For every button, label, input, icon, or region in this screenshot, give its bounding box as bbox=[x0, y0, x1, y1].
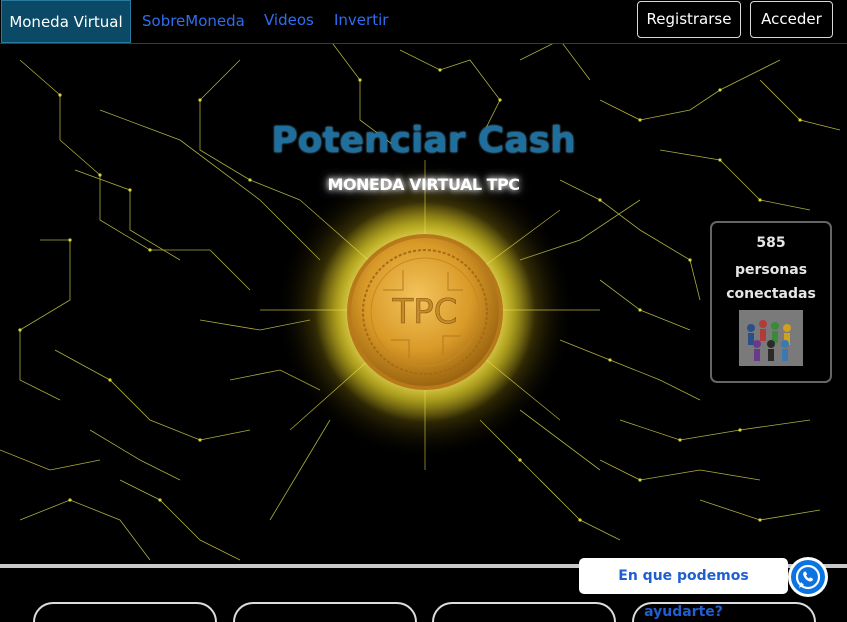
connected-label: personas conectadas bbox=[726, 262, 816, 302]
nav-link-videos[interactable]: Videos bbox=[264, 11, 314, 29]
nav-link-sobremoneda[interactable]: SobreMoneda bbox=[142, 12, 245, 30]
coin-text: TPC bbox=[391, 292, 457, 332]
whatsapp-button[interactable] bbox=[788, 557, 828, 597]
brand-link[interactable]: Moneda Virtual bbox=[1, 0, 131, 43]
connected-users-panel: 585 personas conectadas bbox=[710, 221, 832, 383]
register-button[interactable]: Registrarse bbox=[637, 1, 741, 38]
connected-count: 585 bbox=[756, 235, 786, 251]
hero-subtitle: MONEDA VIRTUAL TPC bbox=[327, 175, 520, 194]
tpc-coin-image: TPC bbox=[313, 200, 537, 424]
top-navbar: Moneda Virtual SobreMoneda Videos Invert… bbox=[0, 0, 847, 44]
bottom-card-2[interactable] bbox=[233, 602, 417, 622]
people-group-icon bbox=[739, 310, 803, 366]
bottom-card-3[interactable] bbox=[432, 602, 616, 622]
help-chat-bubble[interactable]: En que podemos ayudarte? bbox=[579, 558, 788, 620]
hero-title: Potenciar Cash bbox=[271, 120, 576, 161]
nav-link-invertir[interactable]: Invertir bbox=[334, 11, 388, 29]
login-button[interactable]: Acceder bbox=[750, 1, 833, 38]
whatsapp-icon bbox=[791, 560, 825, 594]
bottom-card-1[interactable] bbox=[33, 602, 217, 622]
